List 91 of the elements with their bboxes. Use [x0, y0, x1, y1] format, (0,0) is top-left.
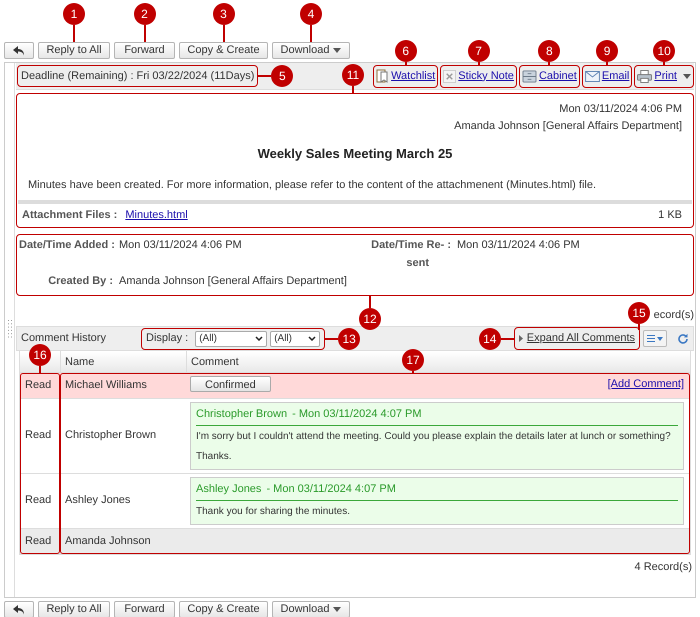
message-body: Minutes have been created. For more information, please refer to the content of the attachmenent (Minutes.html) file. [28, 178, 598, 193]
back-button[interactable] [4, 601, 34, 617]
download-dropdown[interactable]: Download [272, 601, 350, 617]
leader-line [310, 25, 312, 42]
comment-text: I'm sorry but I couldn't attend the meeting. Could you please explain the details later at lunch or something? Thanks. [196, 430, 672, 464]
attachments-label: Attachment Files : [22, 208, 118, 223]
filter-dropdown[interactable]: (All) [270, 330, 320, 346]
action-link[interactable]: Sticky Note [443, 68, 514, 84]
callout-badge: 13 [338, 328, 360, 350]
action-link[interactable]: Cabinet [522, 68, 577, 84]
callout-badge: 9 [596, 40, 618, 62]
chevron-icon [255, 336, 264, 341]
callout-badge: 2 [134, 3, 156, 25]
caret-icon [333, 607, 342, 612]
action-link[interactable]: Watchlist [376, 68, 436, 84]
note-icon [443, 70, 456, 82]
toolbar-button[interactable]: Copy & Create [179, 601, 268, 617]
record-count: ecord(s) [654, 308, 694, 322]
message-sender: Amanda Johnson [General Affairs Department] [453, 119, 682, 134]
field-value: Amanda Johnson [General Affairs Department] [119, 274, 348, 289]
user-name: Michael Williams [64, 378, 148, 393]
action-link[interactable]: Email [584, 68, 630, 84]
callout-badge: 4 [300, 3, 322, 25]
comment-time: - Mon 03/11/2024 4:07 PM [266, 482, 396, 496]
envelope-icon [584, 70, 600, 82]
caret-icon [683, 74, 691, 78]
print-menu-link[interactable]: Print [637, 68, 691, 84]
callout-badge: 5 [271, 65, 294, 87]
deadline-text: Deadline (Remaining) : Fri 03/22/2024 (11Days) [21, 68, 254, 84]
list-icon [647, 335, 655, 342]
field-value: Mon 03/11/2024 4:06 PM [119, 238, 243, 253]
read-status: Read [24, 378, 52, 393]
message-title: Weekly Sales Meeting March 25 [256, 145, 454, 163]
back-arrow-icon [13, 46, 25, 56]
display-label: Display : [146, 331, 188, 346]
callout-badge: 3 [212, 3, 234, 25]
attachment-size: 1 KB [658, 208, 683, 223]
toolbar-button[interactable]: Forward [114, 601, 175, 617]
read-status: Read [24, 493, 52, 508]
callout-badge: 6 [394, 40, 417, 62]
user-name: Amanda Johnson [64, 534, 152, 548]
user-name: Ashley Jones [64, 493, 132, 508]
caret-icon [333, 48, 342, 53]
field-label: Date/Time Added : [19, 238, 116, 253]
back-arrow-icon [13, 604, 25, 614]
callout-badge: 1 [63, 3, 85, 25]
user-name: Christopher Brown [64, 428, 158, 444]
field-label: Created By : [47, 274, 114, 289]
toolbar-button[interactable]: Reply to All [38, 42, 110, 59]
section-title: Comment History [21, 331, 107, 346]
callout-badge: 15 [628, 302, 650, 324]
callout-badge: 10 [653, 40, 676, 62]
field-value: Mon 03/11/2024 4:06 PM [457, 238, 581, 253]
callout-badge: 14 [478, 328, 501, 350]
download-dropdown[interactable]: Download [272, 42, 350, 59]
field-label: sent [405, 256, 430, 271]
triangle-icon [518, 335, 523, 342]
callout-badge: 7 [468, 40, 490, 62]
read-status: Read [24, 428, 52, 444]
back-button[interactable] [4, 42, 34, 59]
record-count: 4 Record(s) [634, 560, 692, 575]
leader-line [222, 25, 224, 42]
leader-line [144, 25, 146, 42]
field-label: Date/Time Re- : [370, 238, 452, 253]
toolbar-button[interactable]: Forward [114, 42, 175, 59]
leader-line [73, 25, 75, 42]
confirmed-button[interactable]: Confirmed [190, 376, 271, 392]
filter-dropdown[interactable]: (All) [195, 330, 268, 346]
message-date: Mon 03/11/2024 4:06 PM [558, 102, 682, 117]
comment-author: Christopher Brown [196, 406, 288, 422]
toolbar-button[interactable]: Reply to All [38, 601, 110, 617]
refresh-icon[interactable] [677, 332, 689, 344]
attachment-link[interactable]: Minutes.html [125, 206, 188, 224]
comment-author: Ashley Jones [196, 482, 262, 496]
expand-comments-link[interactable]: Expand All Comments [518, 330, 635, 347]
cabinet-icon [522, 70, 537, 82]
read-status: Read [24, 534, 52, 548]
dropdown-value: (All) [274, 332, 292, 346]
list-menu-button[interactable] [643, 330, 667, 347]
comment-time: - Mon 03/11/2024 4:07 PM [292, 406, 422, 422]
toolbar-button[interactable]: Copy & Create [179, 42, 268, 59]
add-comment-link[interactable]: [Add Comment] [608, 376, 684, 392]
printer-icon [637, 70, 652, 82]
column-header: Name [60, 351, 186, 373]
clipboard-icon [376, 69, 390, 83]
caret-icon [657, 336, 663, 340]
dropdown-value: (All) [199, 332, 217, 346]
comment-text: Thank you for sharing the minutes. [196, 504, 351, 518]
chevron-icon [308, 336, 316, 341]
callout-badge: 12 [359, 308, 381, 330]
callout-badge: 8 [538, 40, 560, 62]
